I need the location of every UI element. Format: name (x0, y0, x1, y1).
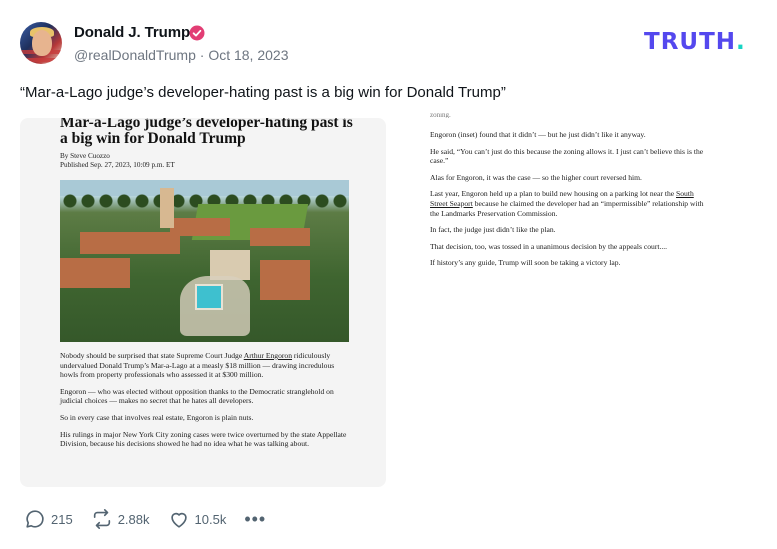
article-paragraph: In fact, the judge just didn’t like the … (430, 225, 556, 235)
article-paragraph: He said, “You can’t just do this because… (430, 146, 704, 166)
post-text: “Mar-a-Lago judge’s developer-hating pas… (20, 84, 506, 101)
separator: · (199, 47, 205, 63)
article-paragraph: If history’s any guide, Trump will soon … (430, 258, 621, 268)
article-paragraph: His rulings in major New York City zonin… (60, 429, 347, 449)
article-paragraph: Nobody should be surprised that state Su… (60, 351, 335, 380)
like-button[interactable]: 10.5k (168, 508, 227, 530)
article-byline: By Steve Cuozzo Published Sep. 27, 2023,… (60, 152, 175, 170)
truth-social-logo: TRUTH. (644, 29, 746, 55)
reply-icon (26, 510, 44, 528)
reply-count: 215 (51, 511, 73, 527)
action-bar: 215 2.88k 10.5k ••• (24, 508, 266, 530)
like-count: 10.5k (194, 511, 227, 527)
author-name[interactable]: Donald J. Trump (74, 24, 190, 41)
retruth-count: 2.88k (117, 511, 150, 527)
post-date[interactable]: Oct 18, 2023 (208, 47, 288, 63)
article-paragraph: Engoron — who was elected without opposi… (60, 386, 334, 406)
avatar[interactable] (20, 22, 62, 64)
cutoff-text: zoning. (430, 113, 451, 118)
article-body-left: Nobody should be surprised that state Su… (60, 351, 350, 456)
more-options-icon[interactable]: ••• (244, 509, 266, 530)
article-paragraph: Last year, Engoron held up a plan to bui… (430, 189, 704, 218)
heart-icon (170, 512, 187, 528)
aerial-estate-photo (60, 180, 349, 342)
article-link: Arthur Engoron (243, 351, 293, 360)
retruth-button[interactable]: 2.88k (91, 508, 150, 530)
article-paragraph: That decision, too, was tossed in a unan… (430, 241, 668, 251)
author-handle[interactable]: @realDonaldTrump (74, 47, 196, 63)
article-headline: Mar-a-Lago judge’s developer-hating past… (60, 118, 353, 147)
byline-author: By Steve Cuozzo (60, 152, 110, 160)
handle-date-line: @realDonaldTrump · Oct 18, 2023 (74, 47, 288, 63)
article-paragraph: Engoron (inset) found that it didn’t — b… (430, 130, 646, 139)
byline-published: Published Sep. 27, 2023, 10:09 p.m. ET (60, 161, 175, 169)
retruth-icon (93, 509, 110, 529)
article-screenshot[interactable]: Mar-a-Lago judge’s developer-hating past… (20, 118, 386, 487)
article-body-right: zoning. Engoron (inset) found that it di… (430, 113, 710, 275)
article-paragraph: Alas for Engoron, it was the case — so t… (430, 172, 642, 182)
reply-button[interactable]: 215 (24, 508, 73, 530)
article-paragraph: So in every case that involves real esta… (60, 412, 254, 422)
verified-badge-icon (189, 25, 205, 41)
